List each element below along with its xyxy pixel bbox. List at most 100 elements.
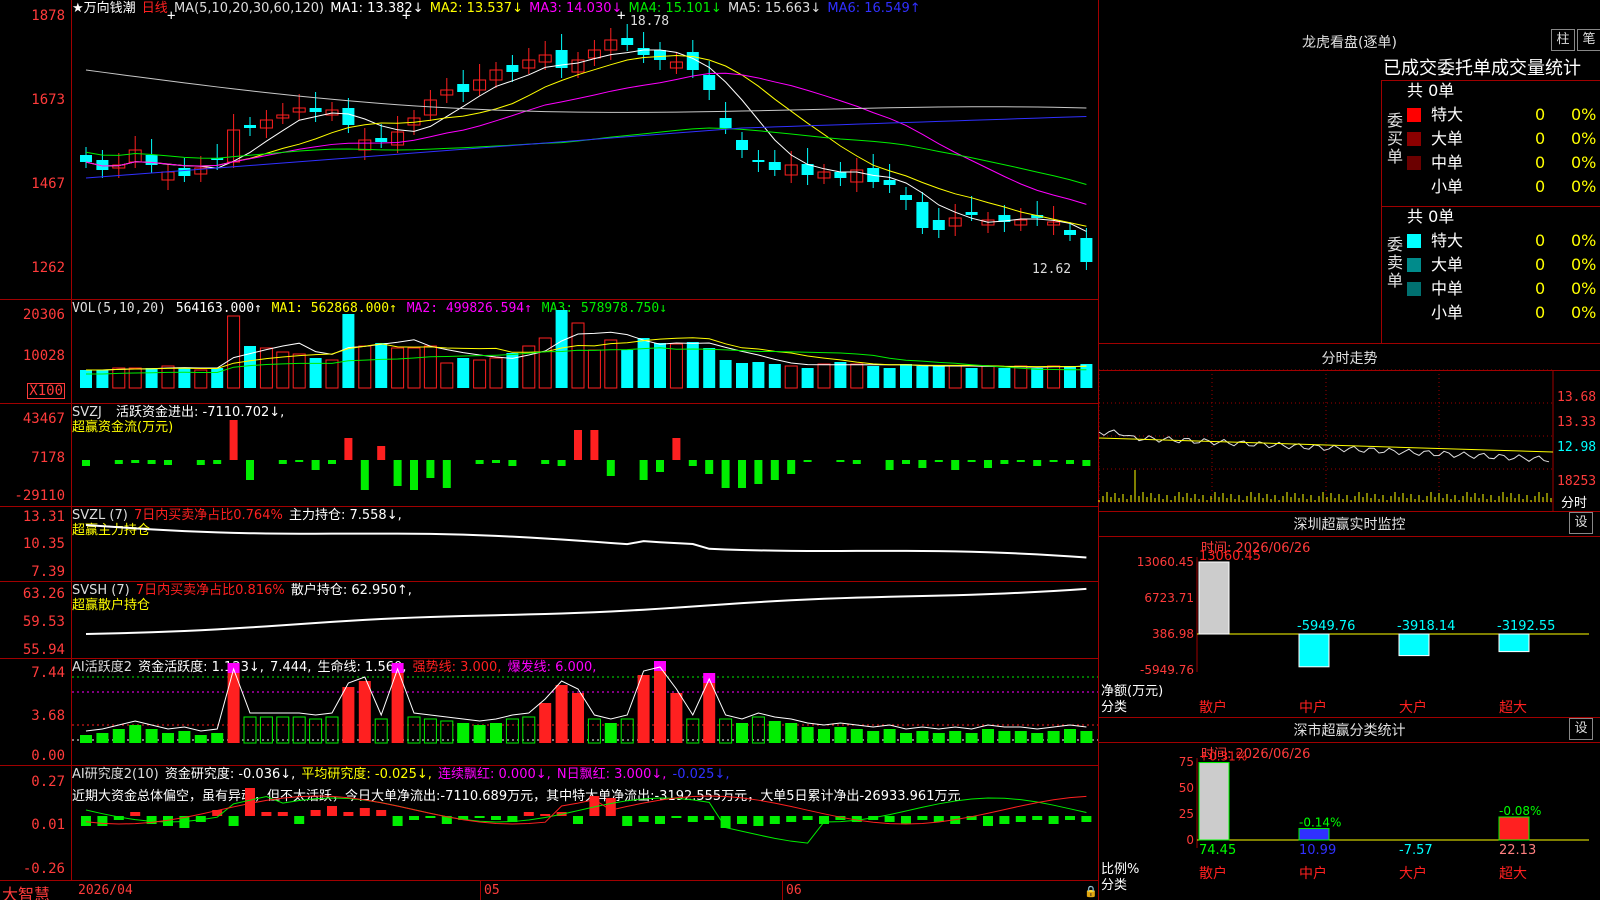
svzj-bar <box>1033 460 1042 466</box>
ai2-bar <box>245 788 255 816</box>
monitor-y-tick: 6723.71 <box>1144 591 1194 605</box>
candlestick-chart[interactable]: + + + <box>72 0 1098 300</box>
ai2-bar <box>294 816 305 824</box>
vol-unit-button[interactable]: X100 <box>27 383 65 399</box>
candle-down <box>752 160 765 162</box>
ai2-bar <box>1065 816 1075 820</box>
svzl-panel[interactable]: 13.31 10.35 7.39 SVZL (7) 7日内买卖净占比0.764%… <box>0 507 1098 582</box>
tick-mode-button[interactable]: 笔 <box>1577 29 1600 51</box>
ai1-bar-hot <box>670 693 683 743</box>
svzj-bar <box>918 460 927 468</box>
buy-row: 大单 0 0% <box>1407 128 1600 150</box>
ai1-bar-hollow <box>292 716 306 744</box>
classify-change-label: +0.31% <box>1199 750 1247 764</box>
svzj-bar <box>787 460 796 474</box>
volume-bar-down <box>998 368 1011 388</box>
buy-total: 共 0单 <box>1407 81 1455 100</box>
svzj-bar <box>557 460 566 466</box>
svsh-chart[interactable] <box>72 582 1098 659</box>
ai1-bar <box>965 733 978 743</box>
volume-bar-up <box>292 353 306 389</box>
ai1-bar-hollow <box>719 718 733 744</box>
ai1-bar-hollow <box>325 716 339 744</box>
classify-cat-label: 超大 <box>1499 866 1527 882</box>
ai2-bar <box>1048 816 1059 824</box>
ai2-bar <box>901 816 911 824</box>
svzj-bar <box>164 460 172 465</box>
intraday-panel[interactable]: 分时走势 13.68 13.33 12.98 18253 分时 <box>1098 344 1600 512</box>
ai2-bar <box>802 816 813 820</box>
bar-mode-button[interactable]: 柱 <box>1551 29 1575 51</box>
svzj-bar <box>1000 460 1009 464</box>
volume-bar-up <box>538 337 552 389</box>
volume-bar-up <box>325 359 339 389</box>
volume-bar-down <box>342 314 355 388</box>
buy-row-count: 0 <box>1535 153 1546 172</box>
sell-row-count: 0 <box>1535 279 1546 298</box>
svzj-y-tick-2: 7178 <box>31 450 65 466</box>
ai-activity-chart[interactable] <box>72 659 1098 766</box>
svzj-chart[interactable] <box>72 404 1098 507</box>
monitor-bar-chart[interactable]: 13060.45 6723.71 386.98 -5949.76 13060.45 散户 -… <box>1099 512 1600 718</box>
intraday-chart[interactable] <box>1098 369 1600 512</box>
ai-research-panel[interactable]: 0.27 0.01 -0.26 AI研究度2(10) 资金研究度: -0.036… <box>0 766 1098 880</box>
monitor-bar <box>1198 561 1230 635</box>
classify-bar-chart[interactable]: 75 50 25 0 +0.31% 74.45 散户 -0.14% 10.99 中户 -7.57 大户… <box>1099 718 1600 900</box>
monitor-bar <box>1298 633 1330 668</box>
sell-side-label: 委卖单 <box>1386 235 1403 290</box>
candle-down <box>654 50 666 60</box>
intraday-vol-tick: 18253 <box>1557 474 1597 489</box>
lock-icon[interactable]: 🔒 <box>1084 885 1098 898</box>
ai1-bar <box>850 729 863 743</box>
monitor-cat-label: 中户 <box>1299 699 1327 716</box>
ai1-bar-hollow <box>505 718 519 744</box>
classify-cat-label: 大户 <box>1399 865 1427 882</box>
ai1-y-tick-2: 3.68 <box>31 708 65 724</box>
buy-row-pct: 0% <box>1571 177 1597 196</box>
svsh-y-axis: 63.26 59.53 55.94 <box>0 582 72 658</box>
volume-bar-up <box>489 357 503 389</box>
svzj-bar <box>328 460 336 464</box>
date-month-05: 05 <box>484 883 500 898</box>
kline-y-tick-1: 1878 <box>31 8 65 24</box>
kline-y-tick-4: 1262 <box>31 260 65 276</box>
ai-activity-panel[interactable]: 7.44 3.68 0.00 AI活跃度2 资金活跃度: 1.123↓, 7.4… <box>0 659 1098 766</box>
candle-down <box>736 140 748 150</box>
ai1-bar <box>1014 731 1027 743</box>
candle-down <box>1080 238 1093 262</box>
ai1-bar-hollow <box>259 716 273 744</box>
svzj-bar <box>278 460 287 464</box>
kline-panel[interactable]: 1878 1673 1467 1262 ★万向钱潮 日线 MA(5,10,20,… <box>0 0 1098 300</box>
volume-chart[interactable] <box>72 300 1098 404</box>
volume-panel[interactable]: 20306 10028 X100 VOL(5,10,20) 564163.000… <box>0 300 1098 404</box>
sell-row-count: 0 <box>1535 255 1546 274</box>
sell-row-name: 中单 <box>1431 279 1464 298</box>
classify-value-label: -7.57 <box>1399 843 1433 858</box>
ai1-bar <box>1064 729 1076 743</box>
ai2-bar <box>638 816 649 822</box>
sell-row: 大单 0 0% <box>1407 254 1600 276</box>
svzj-panel[interactable]: 43467 7178 -29110 SVZJ 活跃资金进出: -7110.702… <box>0 404 1098 507</box>
ai2-bar <box>277 812 288 816</box>
ai1-bar-hollow <box>309 718 323 744</box>
svzj-bar <box>344 438 353 460</box>
candle-down <box>178 168 191 176</box>
volume-bar-up <box>112 367 126 389</box>
buy-row: 中单 0 0% <box>1407 152 1600 174</box>
svsh-panel[interactable]: 63.26 59.53 55.94 SVSH (7) 7日内买卖净占比0.816… <box>0 582 1098 659</box>
svsh-y-tick-2: 59.53 <box>22 614 65 630</box>
ai1-bar-hot <box>358 681 371 743</box>
candle-down <box>768 162 781 170</box>
ai2-bar <box>753 816 764 826</box>
ai2-bar <box>884 816 895 822</box>
ai2-bar <box>917 816 928 820</box>
svzj-bar <box>754 460 763 484</box>
ai-research-chart[interactable] <box>72 766 1098 880</box>
svzl-chart[interactable] <box>72 507 1098 582</box>
ai1-bar <box>178 731 191 743</box>
ai2-bar <box>655 816 665 824</box>
svzj-bar <box>606 460 615 476</box>
monitor-xlabel: 分类 <box>1101 700 1128 715</box>
ai1-bar <box>1047 731 1060 743</box>
sell-row-pct: 0% <box>1571 303 1597 322</box>
